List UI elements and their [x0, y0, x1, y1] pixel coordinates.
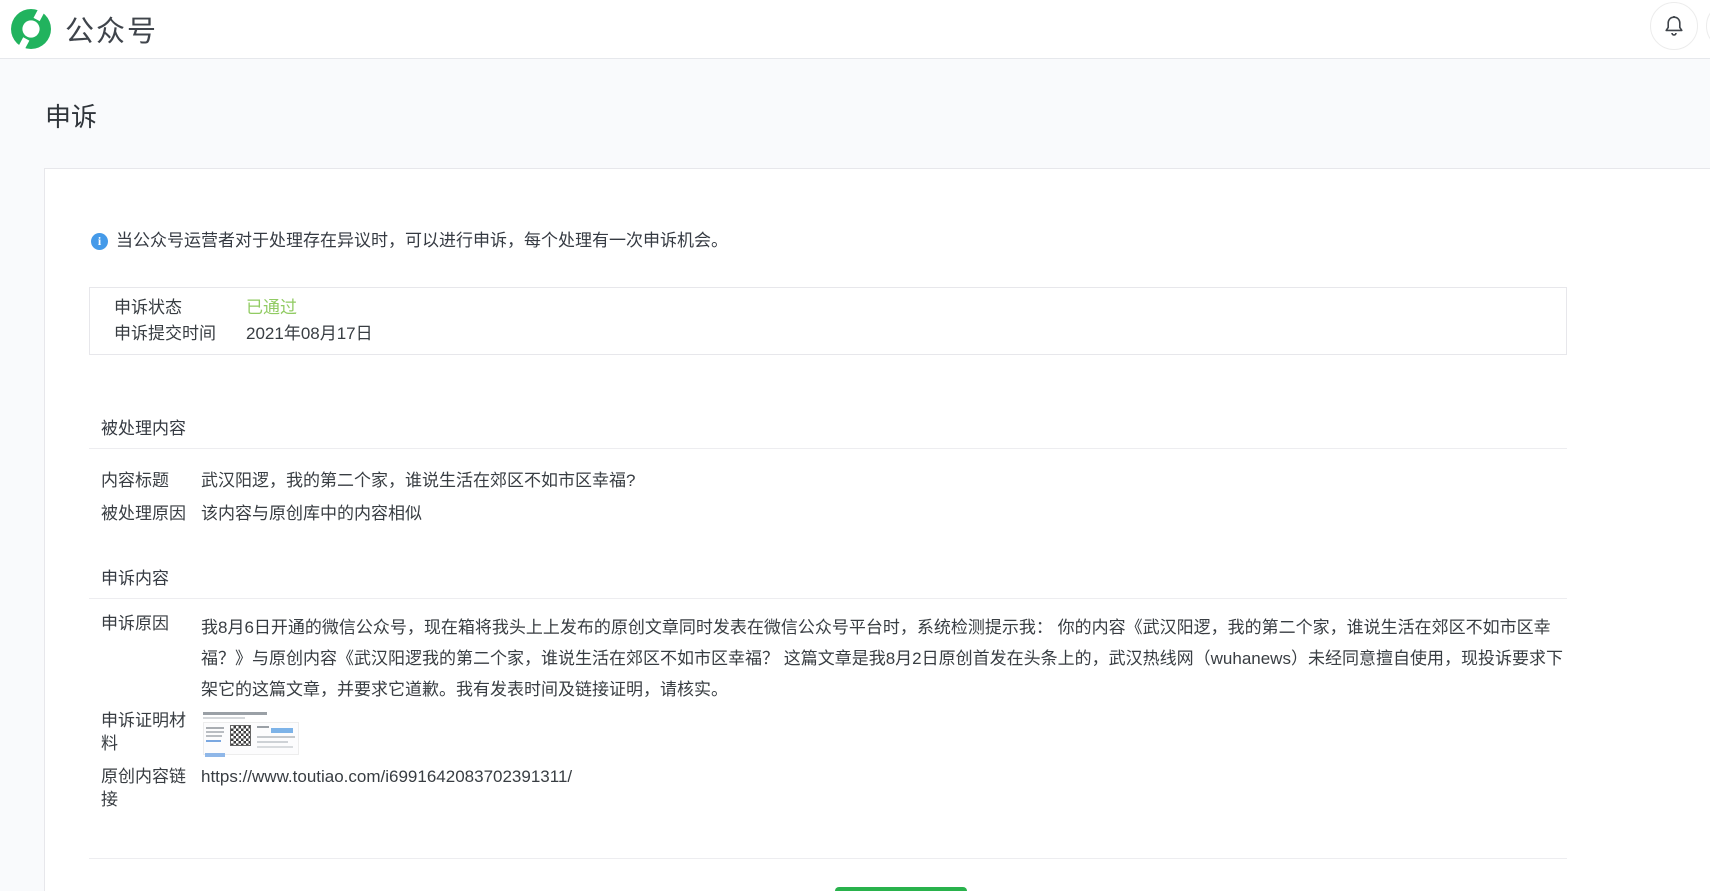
submit-time-row: 申诉提交时间 2021年08月17日 — [114, 321, 1542, 347]
submit-time-value: 2021年08月17日 — [246, 324, 373, 343]
top-header: 公众号 — [0, 0, 1710, 59]
original-link-label: 原创内容链接 — [101, 767, 186, 809]
processed-reason-label: 被处理原因 — [101, 504, 186, 523]
brand-home-link[interactable]: 公众号 — [10, 8, 158, 50]
info-icon: i — [91, 232, 108, 250]
appeal-content-section-title: 申诉内容 — [101, 569, 169, 588]
processed-reason-value: 该内容与原创库中的内容相似 — [201, 504, 422, 523]
bottom-divider — [89, 858, 1567, 859]
brand-title: 公众号 — [65, 16, 159, 48]
original-link-value[interactable]: https://www.toutiao.com/i699164208370239… — [201, 765, 1567, 811]
appeal-status-box: 申诉状态 已通过 申诉提交时间 2021年08月17日 — [89, 287, 1567, 355]
notification-bell-button[interactable] — [1650, 2, 1698, 50]
content-title-row: 内容标题 武汉阳逻，我的第二个家，谁说生活在郊区不如市区幸福? — [101, 469, 1710, 492]
account-avatar-partial[interactable] — [1706, 2, 1710, 50]
original-link-row: 原创内容链接 https://www.toutiao.com/i69916420… — [101, 765, 1710, 811]
wechat-official-accounts-logo-icon — [10, 8, 52, 50]
section-divider — [89, 598, 1567, 599]
content-title-value: 武汉阳逻，我的第二个家，谁说生活在郊区不如市区幸福? — [201, 471, 636, 490]
status-label: 申诉状态 — [114, 298, 182, 317]
section-divider — [89, 448, 1567, 449]
bell-icon — [1661, 13, 1687, 39]
page-title: 申诉 — [45, 102, 98, 132]
appeal-card: i 当公众号运营者对于处理存在异议时，可以进行申诉，每个处理有一次申诉机会。 申… — [44, 168, 1710, 891]
processed-reason-row: 被处理原因 该内容与原创库中的内容相似 — [101, 502, 1710, 525]
status-value-badge: 已通过 — [246, 298, 297, 317]
submit-time-label: 申诉提交时间 — [114, 324, 216, 343]
content-title-label: 内容标题 — [101, 471, 169, 490]
back-to-home-button[interactable]: 返回首页 — [835, 887, 967, 891]
appeal-reason-row: 申诉原因 我8月6日开通的微信公众号，现在箱将我头上上发布的原创文章同时发表在微… — [101, 612, 1710, 705]
evidence-row: 申诉证明材料 — [101, 709, 1710, 757]
appeal-notice: i 当公众号运营者对于处理存在异议时，可以进行申诉，每个处理有一次申诉机会。 — [91, 229, 1710, 253]
appeal-reason-label: 申诉原因 — [101, 614, 169, 633]
processed-content-section-title: 被处理内容 — [101, 419, 186, 438]
notice-text: 当公众号运营者对于处理存在异议时，可以进行申诉，每个处理有一次申诉机会。 — [116, 231, 728, 250]
appeal-reason-value: 我8月6日开通的微信公众号，现在箱将我头上上发布的原创文章同时发表在微信公众号平… — [201, 618, 1563, 699]
status-row: 申诉状态 已通过 — [114, 295, 1542, 321]
evidence-label: 申诉证明材料 — [101, 711, 186, 753]
